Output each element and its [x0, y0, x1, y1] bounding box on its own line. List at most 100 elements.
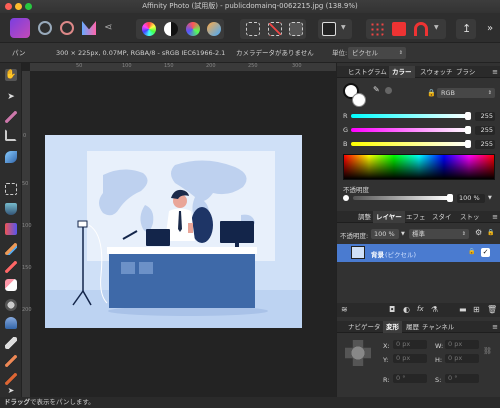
tab-navigator[interactable]: ナビゲータ: [345, 321, 384, 333]
settings-gear-icon[interactable]: ⚙: [475, 228, 482, 237]
tab-histogram[interactable]: ヒストグラム: [345, 66, 390, 78]
opacity-slider-thumb[interactable]: [447, 194, 453, 202]
deselect-icon[interactable]: [268, 22, 282, 36]
blue-slider[interactable]: [351, 142, 469, 146]
panel-menu-icon[interactable]: ≡: [492, 321, 498, 333]
tab-brushes[interactable]: ブラシ: [453, 66, 478, 78]
unit-select[interactable]: ピクセル ⇕: [348, 47, 406, 59]
move-tool-icon[interactable]: ➤: [5, 91, 17, 103]
x-field[interactable]: 0 px: [393, 340, 427, 349]
snapping-grid-icon[interactable]: [370, 22, 384, 36]
y-field[interactable]: 0 px: [393, 354, 427, 363]
layer-stack-icon[interactable]: ≋: [341, 305, 348, 314]
snapping-toggle-icon[interactable]: [392, 22, 406, 36]
chevron-down-icon[interactable]: ▼: [401, 231, 405, 237]
hand-tool-icon[interactable]: ✋: [5, 69, 17, 81]
red-value[interactable]: 255: [475, 112, 495, 121]
invert-selection-icon[interactable]: [289, 22, 303, 36]
select-all-icon[interactable]: [246, 22, 260, 36]
fx-icon[interactable]: fx: [417, 305, 424, 313]
chevron-down-icon[interactable]: ▼: [341, 24, 346, 31]
blend-mode-select[interactable]: 標準 ⇕: [409, 229, 469, 239]
assistant-icon[interactable]: [322, 22, 336, 36]
shear-field[interactable]: 0 °: [445, 374, 479, 383]
tab-layers[interactable]: レイヤー: [373, 211, 405, 223]
layer-visibility-checkbox[interactable]: ✓: [481, 248, 490, 257]
opacity-slider[interactable]: [353, 196, 449, 200]
marquee-tool-icon[interactable]: [5, 183, 17, 195]
h-field[interactable]: 0 px: [445, 354, 479, 363]
lock-icon[interactable]: 🔒: [487, 229, 494, 236]
blue-value[interactable]: 255: [475, 140, 495, 149]
tab-transform[interactable]: 変形: [383, 321, 402, 333]
chevron-down-icon[interactable]: ▼: [488, 195, 492, 201]
quick-mask-icon[interactable]: ↥: [462, 22, 471, 36]
persona-tonemap-icon[interactable]: [82, 21, 96, 35]
layer-opacity-field[interactable]: 100 %: [371, 229, 399, 239]
add-layer-icon[interactable]: ⊞: [473, 305, 480, 314]
more-toolbar-icon[interactable]: »: [487, 22, 493, 36]
w-field[interactable]: 0 px: [445, 340, 479, 349]
status-bold-text: ドラッグ: [4, 398, 30, 406]
layer-row[interactable]: 背景 (ピクセル) 🔒 ✓: [337, 244, 500, 262]
folder-icon[interactable]: ▬: [459, 305, 467, 314]
paint-brush-icon[interactable]: [5, 243, 17, 255]
lock-icon[interactable]: 🔒: [468, 248, 475, 255]
pen-tool-icon[interactable]: ➤: [5, 385, 17, 397]
persona-develop-icon[interactable]: [60, 21, 74, 35]
blemish-tool-icon[interactable]: [5, 355, 17, 367]
transparency-icon[interactable]: [385, 87, 392, 94]
brush-selection-icon[interactable]: [5, 151, 17, 163]
persona-liquify-icon[interactable]: [38, 21, 52, 35]
share-icon[interactable]: ⋖: [104, 22, 116, 34]
dodge-tool-icon[interactable]: [5, 299, 17, 311]
anchor-selector-icon[interactable]: [345, 340, 371, 366]
live-filter-icon[interactable]: ⚗: [431, 305, 438, 314]
color-mode-select[interactable]: RGB ⇕: [437, 88, 495, 98]
smudge-tool-icon[interactable]: [5, 373, 17, 385]
mask-icon[interactable]: ◘: [389, 305, 395, 314]
close-window-button[interactable]: [5, 3, 12, 10]
tab-effects[interactable]: エフェ: [403, 211, 429, 223]
panel-menu-icon[interactable]: ≡: [492, 211, 498, 223]
tab-stock[interactable]: ストッ: [457, 211, 483, 223]
tab-color[interactable]: カラー: [389, 66, 415, 78]
lock-icon[interactable]: 🔒: [427, 89, 436, 97]
clone-tool-icon[interactable]: [5, 317, 17, 329]
rotation-field[interactable]: 0 °: [393, 374, 427, 383]
zoom-window-button[interactable]: [25, 3, 32, 10]
green-value[interactable]: 255: [475, 126, 495, 135]
opacity-value[interactable]: 100 %: [457, 194, 485, 203]
document-canvas[interactable]: [45, 135, 302, 328]
panel-menu-icon[interactable]: ≡: [492, 66, 498, 78]
gradient-tool-icon[interactable]: [5, 223, 17, 235]
color-spectrum[interactable]: [343, 154, 495, 180]
link-icon[interactable]: ⛓: [483, 347, 492, 355]
adjustment-icon[interactable]: ◐: [403, 305, 410, 314]
red-slider[interactable]: [351, 114, 469, 118]
healing-brush-icon[interactable]: [5, 337, 17, 349]
stroke-color-well[interactable]: [352, 93, 366, 107]
contrast-icon[interactable]: [164, 22, 178, 36]
green-slider-thumb[interactable]: [465, 126, 471, 134]
tab-swatches[interactable]: スウォッチ: [417, 66, 456, 78]
color-wheel-icon[interactable]: [142, 22, 156, 36]
delete-layer-icon[interactable]: 🗑: [487, 305, 497, 314]
color-picker-icon[interactable]: [5, 111, 17, 123]
tab-channels[interactable]: チャンネル: [419, 321, 457, 333]
green-slider[interactable]: [351, 128, 469, 132]
tab-adjustments[interactable]: 調整: [355, 211, 374, 223]
pixel-tool-icon[interactable]: [5, 261, 17, 273]
blue-slider-thumb[interactable]: [465, 140, 471, 148]
magnet-icon[interactable]: [414, 22, 428, 36]
white-balance-icon[interactable]: [207, 22, 221, 36]
crop-tool-icon[interactable]: [5, 129, 17, 141]
tab-styles[interactable]: スタイ: [429, 211, 455, 223]
minimize-window-button[interactable]: [15, 3, 22, 10]
eyedropper-icon[interactable]: ✎: [373, 85, 380, 94]
chevron-down-icon[interactable]: ▼: [434, 24, 439, 31]
red-slider-thumb[interactable]: [465, 112, 471, 120]
flood-fill-icon[interactable]: [5, 203, 17, 215]
erase-brush-icon[interactable]: [5, 279, 17, 291]
color-balance-icon[interactable]: [186, 22, 200, 36]
